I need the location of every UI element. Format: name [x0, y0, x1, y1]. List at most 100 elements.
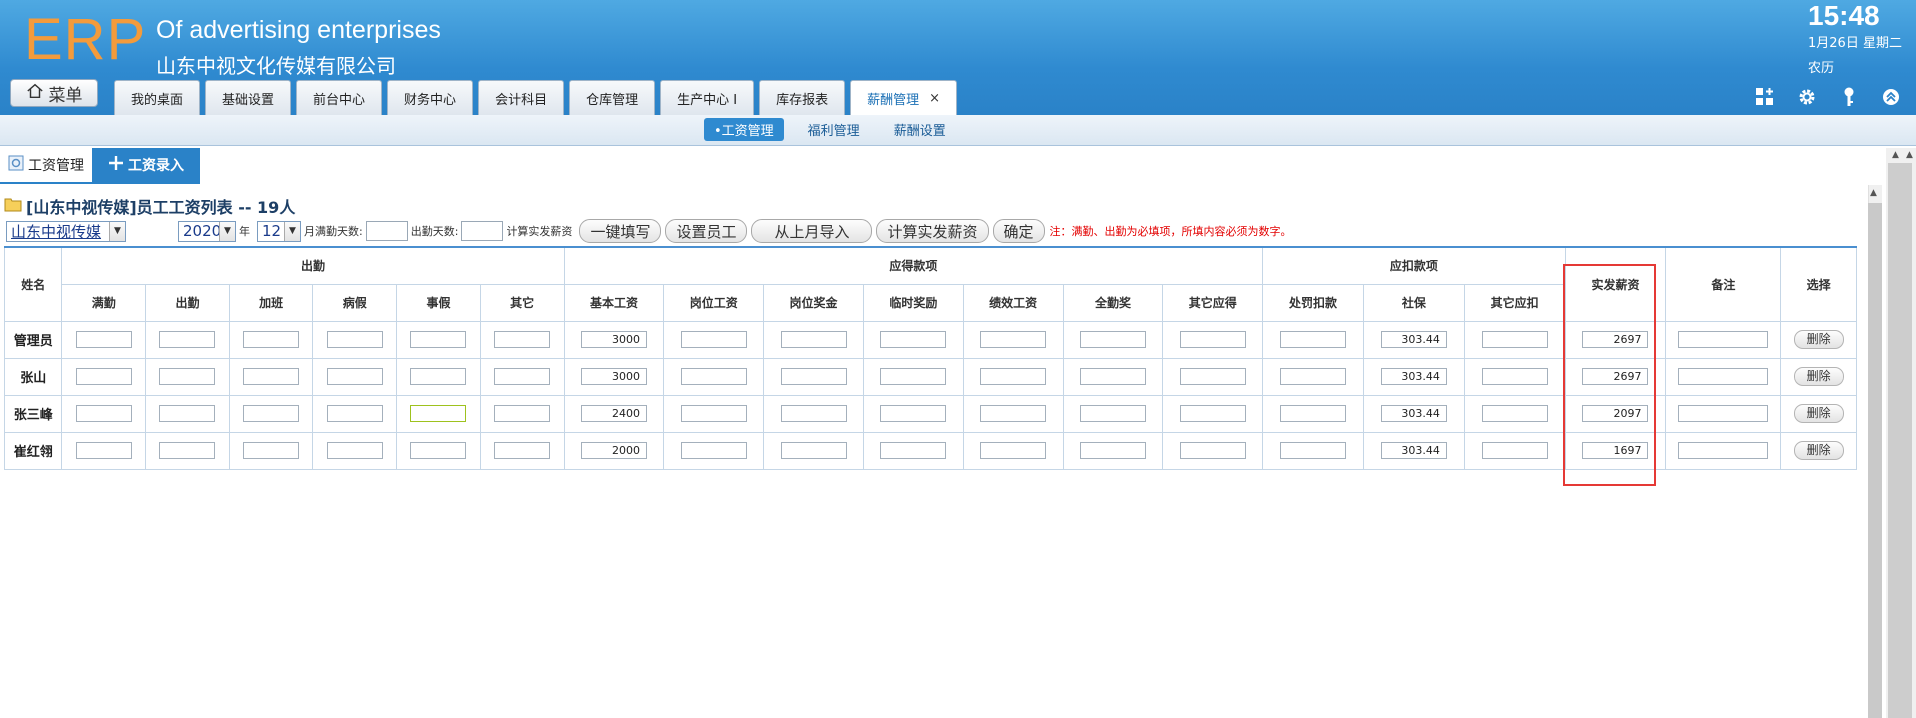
menu-button[interactable]: 菜单: [10, 79, 98, 107]
full-attendance-input[interactable]: [75, 331, 132, 348]
net-salary-input[interactable]: 1697: [1582, 442, 1649, 459]
basic-salary-input[interactable]: 2000: [580, 442, 647, 459]
basic-salary-input[interactable]: 3000: [580, 331, 647, 348]
overtime-input[interactable]: [243, 442, 300, 459]
post-bonus-input[interactable]: [780, 442, 847, 459]
scroll-up-icon[interactable]: ▲: [1870, 188, 1877, 198]
full-attendance-bonus-input[interactable]: [1079, 331, 1146, 348]
overtime-input[interactable]: [243, 405, 300, 422]
basic-salary-input[interactable]: 2400: [580, 405, 647, 422]
sick-leave-input[interactable]: [326, 368, 383, 385]
attendance-other-input[interactable]: [494, 331, 551, 348]
overtime-input[interactable]: [243, 331, 300, 348]
delete-button[interactable]: 删除: [1793, 367, 1844, 386]
net-salary-input[interactable]: 2697: [1582, 368, 1649, 385]
attendance-input[interactable]: [159, 405, 216, 422]
performance-pay-input[interactable]: [980, 442, 1047, 459]
performance-pay-input[interactable]: [980, 368, 1047, 385]
sick-leave-input[interactable]: [326, 442, 383, 459]
remark-input[interactable]: [1678, 368, 1769, 385]
temp-reward-input[interactable]: [880, 368, 947, 385]
key-icon[interactable]: [1836, 84, 1862, 110]
full-attendance-bonus-input[interactable]: [1079, 368, 1146, 385]
tab-salary-entry[interactable]: 工资录入: [92, 148, 200, 184]
remark-input[interactable]: [1678, 442, 1769, 459]
personal-leave-input[interactable]: [410, 368, 467, 385]
temp-reward-input[interactable]: [880, 331, 947, 348]
sick-leave-input[interactable]: [326, 331, 383, 348]
attendance-input[interactable]: [159, 368, 216, 385]
penalty-deduction-input[interactable]: [1280, 331, 1347, 348]
social-insurance-input[interactable]: 303.44: [1380, 442, 1447, 459]
social-insurance-input[interactable]: 303.44: [1380, 331, 1447, 348]
personal-leave-input[interactable]: [410, 331, 467, 348]
full-attendance-input[interactable]: [75, 368, 132, 385]
post-bonus-input[interactable]: [780, 331, 847, 348]
collapse-up-icon[interactable]: [1878, 84, 1904, 110]
full-attendance-bonus-input[interactable]: [1079, 405, 1146, 422]
one-click-fill-button[interactable]: 一键填写: [579, 219, 662, 243]
full-attendance-input[interactable]: [75, 405, 132, 422]
basic-salary-input[interactable]: 3000: [580, 368, 647, 385]
net-salary-input[interactable]: 2097: [1582, 405, 1649, 422]
full-attendance-bonus-input[interactable]: [1079, 442, 1146, 459]
payable-other-input[interactable]: [1179, 442, 1246, 459]
performance-pay-input[interactable]: [980, 405, 1047, 422]
set-staff-button[interactable]: 设置员工: [665, 219, 748, 243]
remark-input[interactable]: [1678, 331, 1769, 348]
subnav-welfare-management[interactable]: 福利管理: [798, 118, 870, 141]
post-salary-input[interactable]: [680, 405, 747, 422]
payable-other-input[interactable]: [1179, 405, 1246, 422]
scroll-up-icon[interactable]: ▲: [1906, 150, 1913, 160]
personal-leave-input[interactable]: [410, 405, 467, 422]
tab-front-center[interactable]: 前台中心: [296, 80, 383, 115]
full-attendance-input[interactable]: [75, 442, 132, 459]
add-widget-icon[interactable]: [1752, 84, 1778, 110]
tab-finance-center[interactable]: 财务中心: [387, 80, 474, 115]
sick-leave-input[interactable]: [326, 405, 383, 422]
gear-icon[interactable]: [1794, 84, 1820, 110]
personal-leave-input[interactable]: [410, 442, 467, 459]
attendance-input[interactable]: [159, 331, 216, 348]
penalty-deduction-input[interactable]: [1280, 368, 1347, 385]
year-select[interactable]: 2020 ▼: [178, 220, 236, 242]
delete-button[interactable]: 删除: [1793, 441, 1844, 460]
tab-desktop[interactable]: 我的桌面: [114, 80, 201, 115]
import-last-month-button[interactable]: 从上月导入: [751, 219, 873, 243]
tab-payroll[interactable]: 薪酬管理 ×: [850, 80, 957, 115]
post-salary-input[interactable]: [680, 442, 747, 459]
net-salary-input[interactable]: 2697: [1582, 331, 1649, 348]
post-bonus-input[interactable]: [780, 368, 847, 385]
attendance-other-input[interactable]: [494, 405, 551, 422]
post-salary-input[interactable]: [680, 368, 747, 385]
inner-scrollbar-thumb[interactable]: [1868, 203, 1882, 718]
temp-reward-input[interactable]: [880, 442, 947, 459]
confirm-button[interactable]: 确定: [992, 219, 1045, 243]
month-select[interactable]: 12 ▼: [257, 220, 301, 242]
calculate-net-salary-button[interactable]: 计算实发薪资: [876, 219, 989, 243]
social-insurance-input[interactable]: 303.44: [1380, 368, 1447, 385]
outer-scrollbar-thumb[interactable]: [1888, 163, 1912, 718]
attendance-days-input[interactable]: [461, 221, 504, 241]
delete-button[interactable]: 删除: [1793, 330, 1844, 349]
payable-other-input[interactable]: [1179, 368, 1246, 385]
tab-warehouse[interactable]: 仓库管理: [569, 80, 656, 115]
attendance-other-input[interactable]: [494, 368, 551, 385]
attendance-input[interactable]: [159, 442, 216, 459]
remark-input[interactable]: [1678, 405, 1769, 422]
tab-inventory-report[interactable]: 库存报表: [759, 80, 846, 115]
payable-other-input[interactable]: [1179, 331, 1246, 348]
tab-salary-management[interactable]: 工资管理: [0, 148, 92, 184]
subnav-salary-management[interactable]: •工资管理: [704, 118, 784, 141]
tab-accounting-subjects[interactable]: 会计科目: [478, 80, 565, 115]
full-attendance-days-input[interactable]: [365, 221, 408, 241]
tab-production[interactable]: 生产中心 I: [660, 80, 755, 115]
close-tab-icon[interactable]: ×: [929, 91, 940, 106]
deduction-other-input[interactable]: [1481, 405, 1548, 422]
delete-button[interactable]: 删除: [1793, 404, 1844, 423]
performance-pay-input[interactable]: [980, 331, 1047, 348]
attendance-other-input[interactable]: [494, 442, 551, 459]
penalty-deduction-input[interactable]: [1280, 405, 1347, 422]
social-insurance-input[interactable]: 303.44: [1380, 405, 1447, 422]
subnav-compensation-settings[interactable]: 薪酬设置: [884, 118, 956, 141]
